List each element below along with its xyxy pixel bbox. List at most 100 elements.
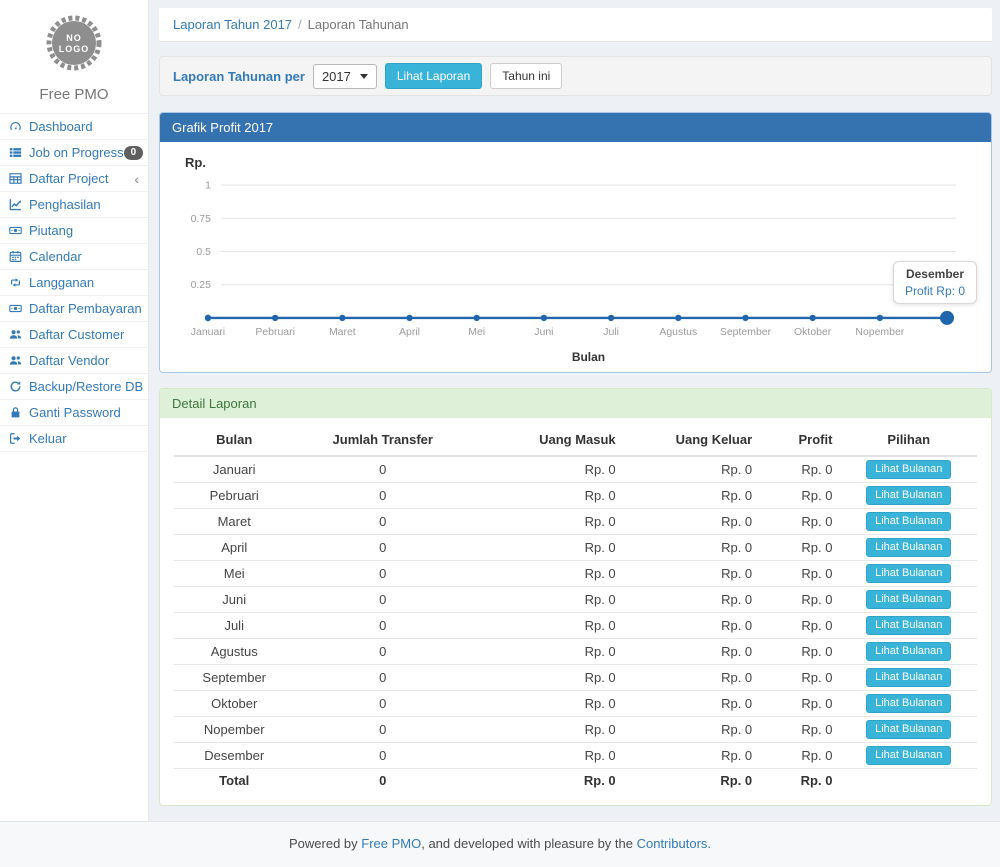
table-total-row: Total0Rp. 0Rp. 0Rp. 0 xyxy=(174,769,977,793)
table-row: Juli0Rp. 0Rp. 0Rp. 0Lihat Bulanan xyxy=(174,613,977,639)
lihat-bulanan-button[interactable]: Lihat Bulanan xyxy=(866,694,951,713)
line-chart-icon xyxy=(9,198,24,212)
main-content: Laporan Tahun 2017/Laporan Tahunan Lapor… xyxy=(149,0,1000,821)
svg-text:Januari: Januari xyxy=(191,327,225,338)
sidebar-item-label: Calendar xyxy=(29,249,82,264)
cell-uang-keluar: Rp. 0 xyxy=(624,535,761,561)
table-header-row: BulanJumlah TransferUang MasukUang Kelua… xyxy=(174,424,977,456)
cell-uang-masuk: Rp. 0 xyxy=(471,717,624,743)
sidebar: NO LOGO Free PMO Dashboard Job on Progres… xyxy=(0,0,149,821)
sidebar-item-daftar-pembayaran[interactable]: Daftar Pembayaran xyxy=(0,296,148,322)
total-profit: Rp. 0 xyxy=(760,769,840,793)
cell-uang-masuk: Rp. 0 xyxy=(471,561,624,587)
cell-bulan: Juni xyxy=(174,587,294,613)
total-label: Total xyxy=(174,769,294,793)
total-jumlah-transfer: 0 xyxy=(294,769,471,793)
cell-uang-keluar: Rp. 0 xyxy=(624,613,761,639)
svg-text:Rp.: Rp. xyxy=(185,155,206,170)
column-header-uang-keluar: Uang Keluar xyxy=(624,424,761,456)
cell-uang-keluar: Rp. 0 xyxy=(624,743,761,769)
lihat-bulanan-button[interactable]: Lihat Bulanan xyxy=(866,564,951,583)
sidebar-item-ganti-password[interactable]: Ganti Password xyxy=(0,400,148,426)
lihat-bulanan-button[interactable]: Lihat Bulanan xyxy=(866,616,951,635)
profit-chart-panel: Grafik Profit 2017 Rp.00.250.50.751Janua… xyxy=(159,112,992,373)
sidebar-item-daftar-vendor[interactable]: Daftar Vendor xyxy=(0,348,148,374)
sidebar-item-label: Keluar xyxy=(29,431,67,446)
cell-profit: Rp. 0 xyxy=(760,665,840,691)
list-icon xyxy=(9,146,24,160)
cell-jumlah-transfer: 0 xyxy=(294,509,471,535)
table-icon xyxy=(9,172,24,186)
sidebar-item-backup-restore-db[interactable]: Backup/Restore DB xyxy=(0,374,148,400)
cell-uang-masuk: Rp. 0 xyxy=(471,665,624,691)
cell-pilihan: Lihat Bulanan xyxy=(840,743,977,769)
users-icon xyxy=(9,328,24,342)
year-select-value: 2017 xyxy=(322,69,351,84)
cell-uang-masuk: Rp. 0 xyxy=(471,613,624,639)
cell-bulan: Agustus xyxy=(174,639,294,665)
year-select[interactable]: 2017 xyxy=(313,64,377,89)
svg-text:April: April xyxy=(399,327,420,338)
sidebar-item-penghasilan[interactable]: Penghasilan xyxy=(0,192,148,218)
sidebar-item-daftar-customer[interactable]: Daftar Customer xyxy=(0,322,148,348)
tahun-ini-button[interactable]: Tahun ini xyxy=(490,63,562,89)
cell-jumlah-transfer: 0 xyxy=(294,587,471,613)
lihat-bulanan-button[interactable]: Lihat Bulanan xyxy=(866,486,951,505)
cell-uang-keluar: Rp. 0 xyxy=(624,509,761,535)
cell-jumlah-transfer: 0 xyxy=(294,743,471,769)
lihat-bulanan-button[interactable]: Lihat Bulanan xyxy=(866,590,951,609)
sidebar-menu: Dashboard Job on Progress0Daftar Project‹… xyxy=(0,113,148,452)
cell-uang-masuk: Rp. 0 xyxy=(471,509,624,535)
profit-line-chart: Rp.00.250.50.751JanuariPebruariMaretApri… xyxy=(175,150,976,368)
sidebar-item-dashboard[interactable]: Dashboard xyxy=(0,114,148,140)
sidebar-item-daftar-project[interactable]: Daftar Project‹ xyxy=(0,166,148,192)
cell-pilihan: Lihat Bulanan xyxy=(840,665,977,691)
detail-panel-title: Detail Laporan xyxy=(160,389,991,418)
column-header-bulan: Bulan xyxy=(174,424,294,456)
sidebar-item-job-on-progress[interactable]: Job on Progress0 xyxy=(0,140,148,166)
table-row: Mei0Rp. 0Rp. 0Rp. 0Lihat Bulanan xyxy=(174,561,977,587)
table-row: Nopember0Rp. 0Rp. 0Rp. 0Lihat Bulanan xyxy=(174,717,977,743)
breadcrumb-link-laporan-tahun[interactable]: Laporan Tahun 2017 xyxy=(173,17,292,32)
cell-pilihan: Lihat Bulanan xyxy=(840,613,977,639)
detail-laporan-panel: Detail Laporan BulanJumlah TransferUang … xyxy=(159,388,992,806)
lihat-bulanan-button[interactable]: Lihat Bulanan xyxy=(866,720,951,739)
cell-jumlah-transfer: 0 xyxy=(294,483,471,509)
svg-text:Juli: Juli xyxy=(603,327,619,338)
cell-uang-masuk: Rp. 0 xyxy=(471,743,624,769)
footer-link-free-pmo[interactable]: Free PMO xyxy=(361,836,421,851)
sidebar-item-label: Daftar Vendor xyxy=(29,353,109,368)
cell-pilihan: Lihat Bulanan xyxy=(840,483,977,509)
sidebar-item-calendar[interactable]: Calendar xyxy=(0,244,148,270)
cell-pilihan: Lihat Bulanan xyxy=(840,509,977,535)
svg-text:Bulan: Bulan xyxy=(572,350,605,364)
cell-jumlah-transfer: 0 xyxy=(294,561,471,587)
cell-uang-masuk: Rp. 0 xyxy=(471,587,624,613)
sidebar-item-label: Dashboard xyxy=(29,119,93,134)
lihat-laporan-button[interactable]: Lihat Laporan xyxy=(385,63,482,89)
lihat-bulanan-button[interactable]: Lihat Bulanan xyxy=(866,746,951,765)
cell-uang-keluar: Rp. 0 xyxy=(624,561,761,587)
cell-pilihan: Lihat Bulanan xyxy=(840,717,977,743)
sidebar-item-langganan[interactable]: Langganan xyxy=(0,270,148,296)
sidebar-item-piutang[interactable]: Piutang xyxy=(0,218,148,244)
sidebar-item-keluar[interactable]: Keluar xyxy=(0,426,148,452)
cell-jumlah-transfer: 0 xyxy=(294,665,471,691)
cell-uang-keluar: Rp. 0 xyxy=(624,717,761,743)
lihat-bulanan-button[interactable]: Lihat Bulanan xyxy=(866,668,951,687)
lihat-bulanan-button[interactable]: Lihat Bulanan xyxy=(866,538,951,557)
lihat-bulanan-button[interactable]: Lihat Bulanan xyxy=(866,642,951,661)
table-row: April0Rp. 0Rp. 0Rp. 0Lihat Bulanan xyxy=(174,535,977,561)
cell-jumlah-transfer: 0 xyxy=(294,691,471,717)
report-table-body: Januari0Rp. 0Rp. 0Rp. 0Lihat BulananPebr… xyxy=(174,456,977,793)
svg-text:Agustus: Agustus xyxy=(659,327,697,338)
no-logo-badge: NO LOGO xyxy=(43,12,105,74)
lihat-bulanan-button[interactable]: Lihat Bulanan xyxy=(866,512,951,531)
app-name: Free PMO xyxy=(0,86,148,103)
cell-pilihan: Lihat Bulanan xyxy=(840,456,977,483)
chart-body: Rp.00.250.50.751JanuariPebruariMaretApri… xyxy=(160,142,991,372)
svg-text:Oktober: Oktober xyxy=(794,327,832,338)
svg-text:Juni: Juni xyxy=(534,327,553,338)
lihat-bulanan-button[interactable]: Lihat Bulanan xyxy=(866,460,951,479)
footer-link-contributors[interactable]: Contributors. xyxy=(637,836,711,851)
